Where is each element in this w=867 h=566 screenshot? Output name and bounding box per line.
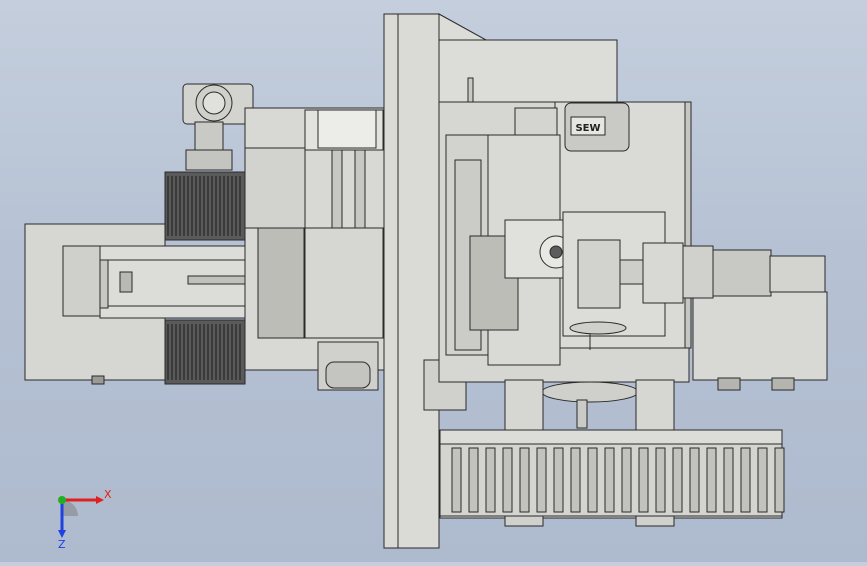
rack-slot	[570, 447, 581, 513]
rack-slot	[757, 447, 768, 513]
upper-heat-sink	[164, 171, 246, 241]
bottom-rack	[439, 429, 785, 527]
rack-slot	[672, 447, 683, 513]
center-body	[244, 107, 386, 391]
lower-heat-sink	[164, 319, 246, 385]
cad-viewport[interactable]: SEW	[0, 0, 867, 562]
rack-slot	[740, 447, 751, 513]
rack-slot	[519, 447, 530, 513]
machine-assembly-model[interactable]: SEW	[0, 0, 867, 562]
coordinate-triad: X Z	[44, 478, 124, 551]
rack-slot	[706, 447, 717, 513]
rack-slot	[451, 447, 462, 513]
rack-slot	[468, 447, 479, 513]
rack-slot	[536, 447, 547, 513]
triad-x-label: X	[104, 488, 112, 501]
rack-slot	[689, 447, 700, 513]
rack-slot	[587, 447, 598, 513]
gear-motor-top	[182, 83, 254, 171]
rack-slot	[723, 447, 734, 513]
rack-slot	[502, 447, 513, 513]
triad-z-label: Z	[58, 538, 66, 548]
handwheel-lower	[541, 381, 639, 429]
rack-slot	[638, 447, 649, 513]
rack-slot	[655, 447, 666, 513]
extension-bar	[99, 245, 261, 319]
rack-slot	[553, 447, 564, 513]
sew-nameplate-label: SEW	[575, 123, 600, 134]
rack-slot	[774, 447, 785, 513]
rack-slot	[621, 447, 632, 513]
rack-slot	[485, 447, 496, 513]
rack-slot	[604, 447, 615, 513]
